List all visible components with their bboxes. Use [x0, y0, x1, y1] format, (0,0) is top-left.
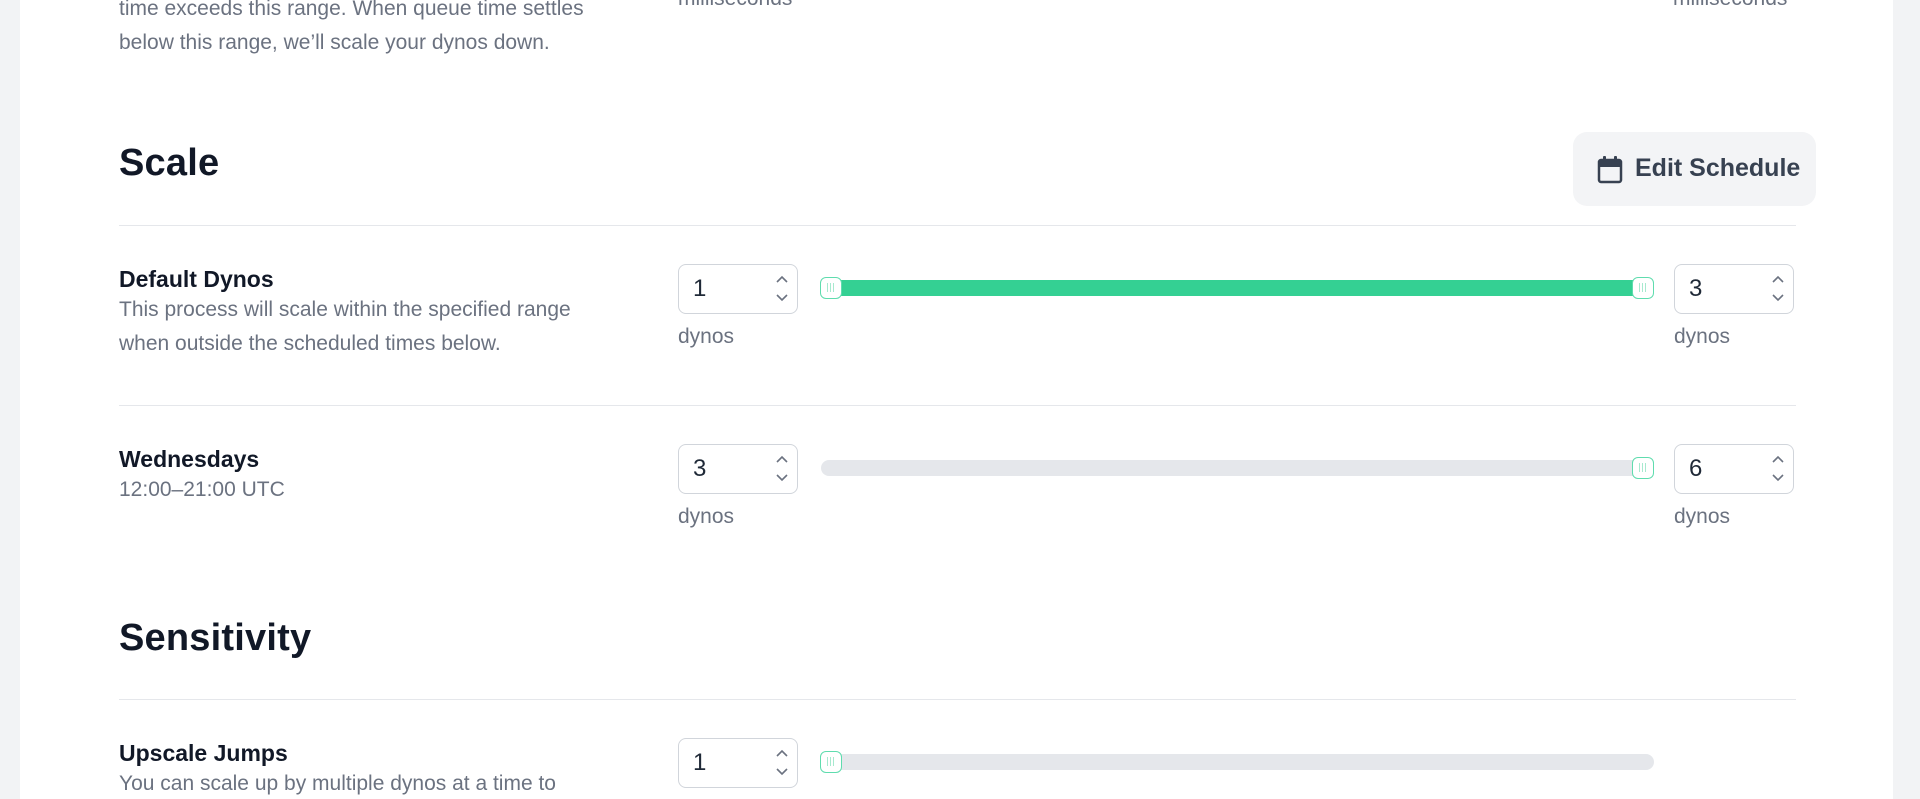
upscale-jumps-title: Upscale Jumps: [119, 740, 288, 766]
default-dynos-info: Default Dynos This process will scale wi…: [119, 266, 659, 361]
sensitivity-section-title: Sensitivity: [119, 617, 312, 659]
stepper-icon[interactable]: [775, 453, 789, 485]
row-divider: [119, 405, 1796, 406]
default-dynos-title: Default Dynos: [119, 266, 274, 292]
default-dynos-description: This process will scale within the speci…: [119, 293, 659, 361]
upscale-jumps-description: You can scale up by multiple dynos at a …: [119, 772, 556, 795]
wednesdays-slider-max-handle[interactable]: [1632, 457, 1654, 479]
default-dynos-description-line2: when outside the scheduled times below.: [119, 332, 501, 355]
stepper-icon[interactable]: [775, 747, 789, 779]
wednesdays-min-input[interactable]: 3: [678, 444, 798, 494]
default-dynos-slider-max-handle[interactable]: [1632, 277, 1654, 299]
wednesdays-min-unit: dynos: [678, 505, 735, 528]
wednesdays-max-input[interactable]: 6: [1674, 444, 1794, 494]
upscale-jumps-input[interactable]: 1: [678, 738, 798, 788]
upscale-jumps-slider-handle[interactable]: [820, 751, 842, 773]
scale-section-title: Scale: [119, 142, 220, 184]
wednesdays-max-unit: dynos: [1674, 505, 1731, 528]
calendar-icon: [1597, 156, 1623, 189]
queue-time-description-line1: time exceeds this range. When queue time…: [119, 0, 584, 20]
settings-card: time exceeds this range. When queue time…: [20, 0, 1893, 799]
default-dynos-min-input[interactable]: 1: [678, 264, 798, 314]
wednesdays-min-value: 3: [693, 455, 707, 482]
edit-schedule-button[interactable]: Edit Schedule: [1573, 132, 1816, 206]
upscale-jumps-info: Upscale Jumps You can scale up by multip…: [119, 740, 659, 799]
stepper-icon[interactable]: [1771, 453, 1785, 485]
default-dynos-min-unit: dynos: [678, 325, 735, 348]
queue-time-description: time exceeds this range. When queue time…: [119, 0, 679, 60]
wednesdays-info: Wednesdays 12:00–21:00 UTC: [119, 446, 659, 507]
scale-divider: [119, 225, 1796, 226]
queue-time-description-line2: below this range, we’ll scale your dynos…: [119, 31, 550, 54]
default-dynos-min-value: 1: [693, 275, 707, 302]
default-dynos-max-input[interactable]: 3: [1674, 264, 1794, 314]
queue-min-unit: milliseconds: [678, 0, 792, 11]
edit-schedule-label: Edit Schedule: [1635, 154, 1801, 182]
stepper-icon[interactable]: [1771, 273, 1785, 305]
wednesdays-max-value: 6: [1689, 455, 1703, 482]
default-dynos-slider-min-handle[interactable]: [820, 277, 842, 299]
upscale-jumps-value: 1: [693, 749, 707, 776]
default-dynos-description-line1: This process will scale within the speci…: [119, 298, 571, 321]
stepper-icon[interactable]: [775, 273, 789, 305]
sensitivity-divider: [119, 699, 1796, 700]
queue-max-unit: milliseconds: [1673, 0, 1787, 11]
wednesdays-title: Wednesdays: [119, 446, 260, 472]
default-dynos-max-unit: dynos: [1674, 325, 1731, 348]
wednesdays-time-range: 12:00–21:00 UTC: [119, 478, 285, 501]
default-dynos-slider-fill: [832, 280, 1643, 296]
default-dynos-max-value: 3: [1689, 275, 1703, 302]
upscale-jumps-slider-track[interactable]: [821, 754, 1654, 770]
wednesdays-slider-track[interactable]: [821, 460, 1654, 476]
